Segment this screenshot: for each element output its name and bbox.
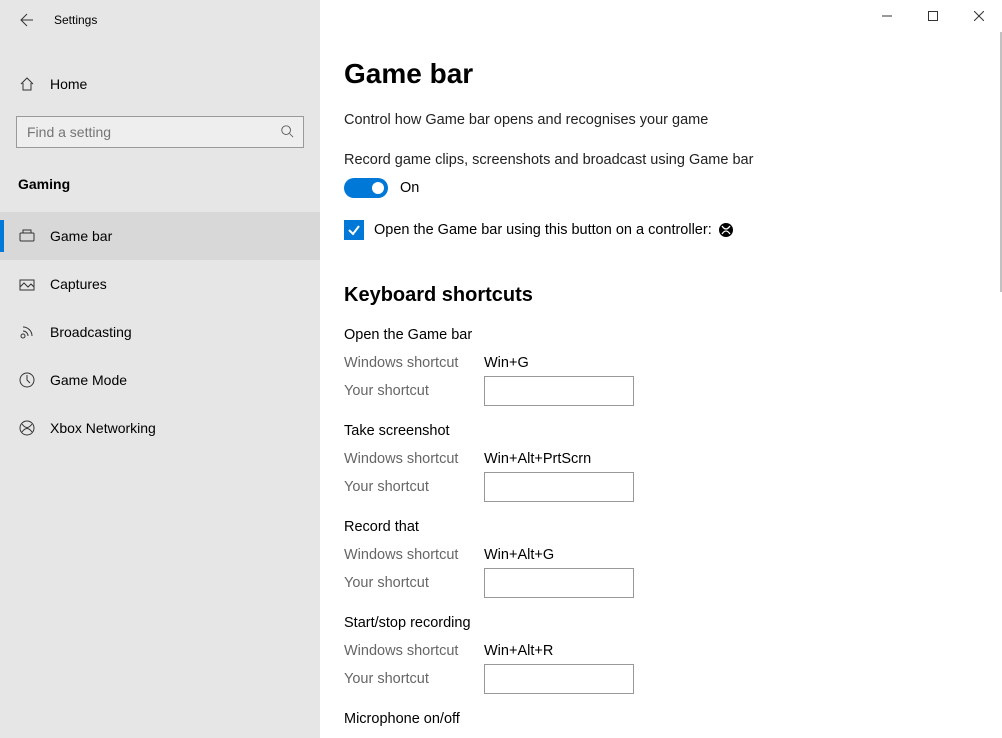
shortcut-win-row: Windows shortcut Win+Alt+G (344, 541, 978, 569)
shortcut-name: Microphone on/off (344, 711, 978, 727)
sidebar-item-label: Game Mode (50, 372, 127, 388)
back-button[interactable] (10, 5, 40, 35)
maximize-icon (928, 11, 938, 21)
shortcut-name: Take screenshot (344, 423, 978, 439)
sidebar-item-label: Broadcasting (50, 324, 132, 340)
win-shortcut-label: Windows shortcut (344, 547, 484, 563)
shortcut-win-row: Windows shortcut Win+G (344, 349, 978, 377)
sidebar-item-captures[interactable]: Captures (0, 260, 320, 308)
shortcut-group: Take screenshot Windows shortcut Win+Alt… (344, 423, 978, 501)
your-shortcut-input[interactable] (484, 376, 634, 406)
sidebar-item-label: Captures (50, 276, 107, 292)
win-shortcut-label: Windows shortcut (344, 355, 484, 371)
close-button[interactable] (956, 0, 1002, 32)
your-shortcut-label: Your shortcut (344, 671, 484, 687)
shortcut-your-row: Your shortcut (344, 377, 978, 405)
sidebar-item-broadcasting[interactable]: Broadcasting (0, 308, 320, 356)
back-arrow-icon (17, 12, 33, 28)
captures-icon (18, 275, 36, 293)
controller-checkbox-label: Open the Game bar using this button on a… (374, 222, 734, 238)
record-toggle[interactable] (344, 178, 388, 198)
shortcut-your-row: Your shortcut (344, 473, 978, 501)
main-area: Game bar Control how Game bar opens and … (320, 0, 1002, 738)
sidebar-item-label: Game bar (50, 228, 112, 244)
close-icon (974, 11, 984, 21)
shortcut-group: Record that Windows shortcut Win+Alt+G Y… (344, 519, 978, 597)
your-shortcut-label: Your shortcut (344, 575, 484, 591)
minimize-button[interactable] (864, 0, 910, 32)
sidebar-header: Settings (0, 0, 320, 40)
minimize-icon (882, 11, 892, 21)
shortcut-group: Open the Game bar Windows shortcut Win+G… (344, 327, 978, 405)
your-shortcut-input[interactable] (484, 664, 634, 694)
broadcasting-icon (18, 323, 36, 341)
record-toggle-state: On (400, 180, 419, 196)
content: Game bar Control how Game bar opens and … (320, 32, 1002, 738)
titlebar (320, 0, 1002, 32)
shortcut-win-row: Windows shortcut Win+Alt+R (344, 637, 978, 665)
sidebar-item-label: Xbox Networking (50, 420, 156, 436)
your-shortcut-input[interactable] (484, 568, 634, 598)
win-shortcut-label: Windows shortcut (344, 451, 484, 467)
home-icon (18, 76, 36, 92)
game-mode-icon (18, 371, 36, 389)
sidebar-home[interactable]: Home (0, 64, 320, 104)
win-shortcut-value: Win+G (484, 355, 529, 371)
checkmark-icon (347, 223, 361, 237)
win-shortcut-value: Win+Alt+PrtScrn (484, 451, 591, 467)
xbox-icon (718, 222, 734, 238)
shortcut-group: Start/stop recording Windows shortcut Wi… (344, 615, 978, 693)
search-input[interactable] (16, 116, 304, 148)
win-shortcut-value: Win+Alt+G (484, 547, 554, 563)
record-toggle-row: On (344, 178, 978, 198)
controller-checkbox-text: Open the Game bar using this button on a… (374, 222, 712, 238)
controller-checkbox-row: Open the Game bar using this button on a… (344, 220, 978, 240)
your-shortcut-label: Your shortcut (344, 479, 484, 495)
xbox-networking-icon (18, 419, 36, 437)
game-bar-icon (18, 227, 36, 245)
shortcut-name: Start/stop recording (344, 615, 978, 631)
page-title: Game bar (344, 58, 978, 90)
shortcut-group: Microphone on/off (344, 711, 978, 727)
sidebar-item-game-bar[interactable]: Game bar (0, 212, 320, 260)
your-shortcut-input[interactable] (484, 472, 634, 502)
page-intro: Control how Game bar opens and recognise… (344, 112, 978, 128)
shortcut-name: Record that (344, 519, 978, 535)
home-label: Home (50, 76, 87, 92)
shortcut-win-row: Windows shortcut Win+Alt+PrtScrn (344, 445, 978, 473)
record-toggle-label: Record game clips, screenshots and broad… (344, 152, 978, 168)
search-wrap (0, 116, 320, 148)
category-label: Gaming (0, 176, 320, 192)
shortcut-your-row: Your shortcut (344, 569, 978, 597)
win-shortcut-label: Windows shortcut (344, 643, 484, 659)
app-title: Settings (54, 13, 97, 27)
your-shortcut-label: Your shortcut (344, 383, 484, 399)
sidebar: Settings Home Gaming Game bar Captures B… (0, 0, 320, 738)
maximize-button[interactable] (910, 0, 956, 32)
shortcut-your-row: Your shortcut (344, 665, 978, 693)
search-icon (280, 124, 294, 138)
sidebar-item-game-mode[interactable]: Game Mode (0, 356, 320, 404)
win-shortcut-value: Win+Alt+R (484, 643, 553, 659)
controller-checkbox[interactable] (344, 220, 364, 240)
sidebar-item-xbox-networking[interactable]: Xbox Networking (0, 404, 320, 452)
scrollbar[interactable] (998, 32, 1002, 738)
shortcut-name: Open the Game bar (344, 327, 978, 343)
shortcuts-title: Keyboard shortcuts (344, 284, 978, 307)
